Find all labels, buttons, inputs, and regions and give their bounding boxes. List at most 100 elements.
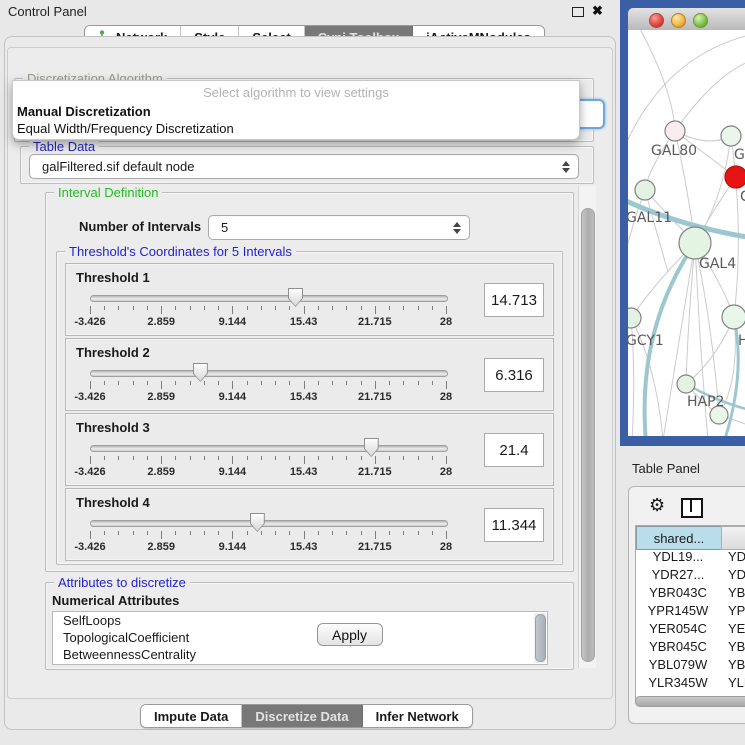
tab-infer-network[interactable]: Infer Network xyxy=(363,705,472,727)
table-data-group: Table Data galFiltered.sif default node xyxy=(20,146,594,184)
table-row[interactable]: YLR345W YLR3 xyxy=(636,675,745,693)
node-hap2[interactable] xyxy=(677,375,695,393)
list-scrollbar-thumb[interactable] xyxy=(535,614,546,662)
threshold-1-slider-handle[interactable] xyxy=(288,288,303,307)
cell-name[interactable]: YBR0 xyxy=(728,585,745,600)
slider-tick-label: 28 xyxy=(440,541,452,553)
threshold-4-slider[interactable] xyxy=(90,520,448,527)
column-header-shared-name[interactable]: shared... xyxy=(636,526,722,550)
list-scrollbar[interactable] xyxy=(534,613,546,663)
algorithm-option-equal-width-frequency[interactable]: Equal Width/Frequency Discretization xyxy=(15,120,577,137)
network-node-label: HAP2 xyxy=(687,394,724,410)
list-item[interactable]: TopologicalCoefficient xyxy=(53,629,547,646)
float-window-icon[interactable] xyxy=(572,7,584,17)
gear-icon[interactable]: ⚙ xyxy=(649,495,665,516)
cell-shared-name[interactable]: YBL079W xyxy=(636,657,720,672)
cell-shared-name[interactable]: YDL19... xyxy=(636,549,720,564)
node-gal11[interactable] xyxy=(635,180,655,200)
slider-tick-labels: -3.4262.8599.14415.4321.71528 xyxy=(90,391,446,403)
table-horizontal-scrollbar-thumb[interactable] xyxy=(635,696,745,707)
minimize-traffic-light-icon[interactable] xyxy=(671,13,686,28)
threshold-2-slider[interactable] xyxy=(90,370,448,377)
threshold-4-value-field[interactable]: 11.344 xyxy=(484,508,544,542)
settings-scrollbar-thumb[interactable] xyxy=(581,208,595,662)
slider-tick xyxy=(346,306,347,310)
slider-tick xyxy=(175,456,176,460)
close-traffic-light-icon[interactable] xyxy=(649,13,664,28)
threshold-2-slider-handle[interactable] xyxy=(193,363,208,382)
cell-name[interactable]: YER0 xyxy=(728,621,745,636)
network-canvas[interactable]: GAL80GACGAL11GAL4GCY1HHAP2 xyxy=(628,30,745,436)
slider-tick xyxy=(204,381,205,385)
table-row[interactable]: YBR045C YBR0 xyxy=(636,639,745,657)
slider-tick xyxy=(361,306,362,310)
network-window-titlebar[interactable] xyxy=(628,8,745,31)
column-header-name[interactable]: n xyxy=(721,526,745,550)
node-gal80[interactable] xyxy=(665,121,685,141)
slider-tick xyxy=(403,381,404,385)
slider-tick xyxy=(261,531,262,535)
slider-tick xyxy=(232,381,233,389)
thresholds-coordinates-group: Threshold's Coordinates for 5 Intervals … xyxy=(56,251,563,565)
slider-tick xyxy=(318,531,319,535)
algorithm-placeholder-option[interactable]: Select algorithm to view settings xyxy=(13,85,579,100)
slider-tick xyxy=(389,456,390,460)
list-item[interactable]: BetweennessCentrality xyxy=(53,646,547,663)
threshold-3-value-field[interactable]: 21.4 xyxy=(484,433,544,467)
algorithm-option-manual-discretization[interactable]: Manual Discretization xyxy=(15,103,577,120)
close-icon[interactable]: ✖ xyxy=(592,3,603,19)
threshold-4-slider-handle[interactable] xyxy=(250,513,265,532)
cell-shared-name[interactable]: YLR345W xyxy=(636,675,720,690)
threshold-3-slider[interactable] xyxy=(90,445,448,452)
cell-shared-name[interactable]: YBR045C xyxy=(636,639,720,654)
slider-tick xyxy=(90,531,91,539)
table-data-combobox[interactable]: galFiltered.sif default node xyxy=(29,154,579,179)
cell-name[interactable]: YDL1 xyxy=(728,549,745,564)
apply-button[interactable]: Apply xyxy=(317,623,383,646)
threshold-1-slider[interactable] xyxy=(90,295,448,302)
cell-name[interactable]: YPR1 xyxy=(728,603,745,618)
threshold-2-value-field[interactable]: 6.316 xyxy=(484,358,544,392)
table-row[interactable]: YBR043C YBR0 xyxy=(636,585,745,603)
cell-shared-name[interactable]: YPR145W xyxy=(636,603,720,618)
split-view-icon[interactable] xyxy=(681,498,703,518)
tab-impute-data-label: Impute Data xyxy=(154,709,228,724)
cell-shared-name[interactable]: YBR043C xyxy=(636,585,720,600)
tab-impute-data[interactable]: Impute Data xyxy=(141,705,242,727)
numerical-attributes-list: SelfLoops TopologicalCoefficient Between… xyxy=(52,611,548,665)
table-row[interactable]: YBL079W YBL0 xyxy=(636,657,745,675)
tab-discretize-data[interactable]: Discretize Data xyxy=(242,705,362,727)
cell-name[interactable]: YBL0 xyxy=(728,657,745,672)
node-right-top[interactable] xyxy=(721,126,741,146)
slider-tick xyxy=(418,381,419,385)
slider-tick xyxy=(432,456,433,460)
table-row[interactable]: YDL19... YDL1 xyxy=(636,549,745,567)
network-node-label: GCY1 xyxy=(628,333,664,349)
slider-tick xyxy=(247,306,248,310)
node-red-selected[interactable] xyxy=(725,166,745,188)
list-item[interactable]: SelfLoops xyxy=(53,612,547,629)
zoom-traffic-light-icon[interactable] xyxy=(693,13,708,28)
slider-tick xyxy=(418,456,419,460)
slider-tick xyxy=(261,456,262,460)
settings-scrollbar[interactable] xyxy=(578,186,596,668)
number-of-intervals-combobox[interactable]: 5 xyxy=(208,215,470,240)
node-gal4[interactable] xyxy=(679,227,711,259)
slider-tick xyxy=(375,381,376,389)
table-row[interactable]: YPR145W YPR1 xyxy=(636,603,745,621)
threshold-3-slider-handle[interactable] xyxy=(364,438,379,457)
table-row[interactable]: YDR27... YDR2 xyxy=(636,567,745,585)
cell-name[interactable]: YLR3 xyxy=(728,675,745,690)
node-right-mid[interactable] xyxy=(722,305,745,329)
cell-name[interactable]: YDR2 xyxy=(728,567,745,582)
slider-tick xyxy=(361,381,362,385)
threshold-1-value-field[interactable]: 14.713 xyxy=(484,283,544,317)
table-row[interactable]: YER054C YER0 xyxy=(636,621,745,639)
slider-tick xyxy=(204,456,205,460)
cell-shared-name[interactable]: YER054C xyxy=(636,621,720,636)
cell-name[interactable]: YBR0 xyxy=(728,639,745,654)
node-gcy1[interactable] xyxy=(628,308,641,328)
cell-shared-name[interactable]: YDR27... xyxy=(636,567,720,582)
slider-tick-label: 9.144 xyxy=(219,466,247,478)
slider-tick-label: 9.144 xyxy=(219,391,247,403)
